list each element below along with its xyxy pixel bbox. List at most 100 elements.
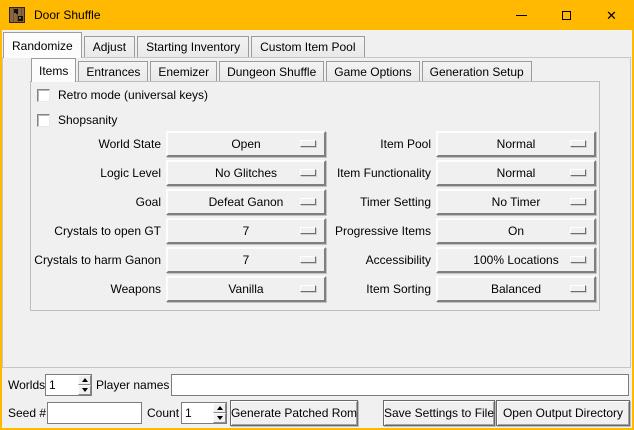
tab-label: Items <box>39 64 68 78</box>
tab-dungeon-shuffle[interactable]: Dungeon Shuffle <box>219 61 324 81</box>
dropdown-indicator-icon <box>300 227 316 234</box>
dropdown-value: Normal <box>497 137 536 151</box>
seed-label: Seed # <box>8 402 46 424</box>
count-spin-down-button[interactable] <box>213 413 226 423</box>
minimize-button[interactable] <box>499 0 544 30</box>
window-controls: ✕ <box>499 0 634 30</box>
dropdown-indicator-icon <box>300 198 316 205</box>
count-spinner[interactable] <box>181 402 227 424</box>
shopsanity-checkbox-row: Shopsanity <box>37 111 117 129</box>
crystals-open-gt-label: Crystals to open GT <box>33 218 161 244</box>
dropdown-value: 7 <box>243 224 250 238</box>
arrow-up-icon <box>217 406 223 410</box>
arrow-down-icon <box>82 388 88 392</box>
tab-label: Dungeon Shuffle <box>227 65 316 79</box>
retro-mode-checkbox-row: Retro mode (universal keys) <box>37 86 208 104</box>
minimize-icon <box>516 15 527 16</box>
worlds-spin-down-button[interactable] <box>78 385 91 395</box>
weapons-dropdown[interactable]: Vanilla <box>166 276 326 302</box>
arrow-down-icon <box>217 416 223 420</box>
tab-enemizer[interactable]: Enemizer <box>150 61 217 81</box>
worlds-value[interactable] <box>46 375 78 395</box>
tab-label: Generation Setup <box>430 65 524 79</box>
tab-label: Starting Inventory <box>146 40 240 54</box>
dropdown-indicator-icon <box>570 198 586 205</box>
generate-patched-rom-button[interactable]: Generate Patched Rom <box>230 400 358 426</box>
seed-input[interactable] <box>47 402 142 424</box>
goal-label: Goal <box>33 189 161 215</box>
worlds-spinner[interactable] <box>45 374 92 396</box>
item-functionality-dropdown[interactable]: Normal <box>436 160 596 186</box>
crystals-open-gt-dropdown[interactable]: 7 <box>166 218 326 244</box>
tab-label: Adjust <box>93 40 126 54</box>
tab-label: Game Options <box>334 65 411 79</box>
shopsanity-checkbox[interactable] <box>37 114 50 127</box>
retro-mode-checkbox[interactable] <box>37 89 50 102</box>
crystals-harm-ganon-label: Crystals to harm Ganon <box>33 247 161 273</box>
dropdown-value: Open <box>231 137 260 151</box>
tab-starting-inventory[interactable]: Starting Inventory <box>137 36 249 57</box>
randomize-sub-tab-bar: Items Entrances Enemizer Dungeon Shuffle… <box>31 59 534 81</box>
tab-label: Randomize <box>12 39 73 53</box>
worlds-spin-up-button[interactable] <box>78 375 91 385</box>
dropdown-value: 100% Locations <box>473 253 558 267</box>
tab-label: Entrances <box>86 65 140 79</box>
timer-setting-label: Timer Setting <box>331 189 431 215</box>
item-functionality-label: Item Functionality <box>331 160 431 186</box>
close-button[interactable]: ✕ <box>589 0 634 30</box>
worlds-spinner-buttons <box>78 375 91 395</box>
dropdown-indicator-icon <box>300 256 316 263</box>
tab-adjust[interactable]: Adjust <box>84 36 135 57</box>
tab-generation-setup[interactable]: Generation Setup <box>422 61 532 81</box>
main-tab-bar: Randomize Adjust Starting Inventory Cust… <box>3 33 367 57</box>
count-spin-up-button[interactable] <box>213 403 226 413</box>
timer-setting-dropdown[interactable]: No Timer <box>436 189 596 215</box>
items-tab-pane: Retro mode (universal keys) Shopsanity W… <box>30 81 600 311</box>
item-sorting-label: Item Sorting <box>331 276 431 302</box>
item-pool-dropdown[interactable]: Normal <box>436 131 596 157</box>
dropdown-indicator-icon <box>570 227 586 234</box>
crystals-harm-ganon-dropdown[interactable]: 7 <box>166 247 326 273</box>
window-content: Randomize Adjust Starting Inventory Cust… <box>2 30 632 428</box>
tab-label: Enemizer <box>158 65 209 79</box>
dropdown-value: Defeat Ganon <box>209 195 284 209</box>
dropdown-indicator-icon <box>300 169 316 176</box>
item-sorting-dropdown[interactable]: Balanced <box>436 276 596 302</box>
worlds-label: Worlds <box>8 374 45 396</box>
retro-mode-label: Retro mode (universal keys) <box>58 88 208 102</box>
dropdown-value: Normal <box>497 166 536 180</box>
tab-label: Custom Item Pool <box>260 40 355 54</box>
dropdown-value: 7 <box>243 253 250 267</box>
world-state-dropdown[interactable]: Open <box>166 131 326 157</box>
accessibility-dropdown[interactable]: 100% Locations <box>436 247 596 273</box>
door-icon <box>9 7 25 23</box>
player-names-label: Player names <box>96 374 169 396</box>
dropdown-indicator-icon <box>300 140 316 147</box>
count-value[interactable] <box>182 403 213 423</box>
close-icon: ✕ <box>606 9 617 22</box>
count-label: Count <box>147 402 179 424</box>
open-output-directory-button[interactable]: Open Output Directory <box>496 400 630 426</box>
tab-randomize[interactable]: Randomize <box>3 32 82 58</box>
titlebar: Door Shuffle ✕ <box>0 0 634 30</box>
progressive-items-label: Progressive Items <box>331 218 431 244</box>
maximize-icon <box>562 11 571 20</box>
world-state-label: World State <box>33 131 161 157</box>
logic-level-dropdown[interactable]: No Glitches <box>166 160 326 186</box>
maximize-button[interactable] <box>544 0 589 30</box>
item-pool-label: Item Pool <box>331 131 431 157</box>
dropdown-indicator-icon <box>570 169 586 176</box>
tab-game-options[interactable]: Game Options <box>326 61 419 81</box>
player-names-input[interactable] <box>171 374 629 396</box>
dropdown-value: Balanced <box>491 282 541 296</box>
dropdown-value: No Timer <box>492 195 541 209</box>
tab-custom-item-pool[interactable]: Custom Item Pool <box>251 36 364 57</box>
tab-entrances[interactable]: Entrances <box>78 61 148 81</box>
dropdown-value: Vanilla <box>228 282 263 296</box>
dropdown-indicator-icon <box>570 140 586 147</box>
count-spinner-buttons <box>213 403 226 423</box>
goal-dropdown[interactable]: Defeat Ganon <box>166 189 326 215</box>
progressive-items-dropdown[interactable]: On <box>436 218 596 244</box>
save-settings-button[interactable]: Save Settings to File <box>383 400 495 426</box>
tab-items[interactable]: Items <box>31 58 76 82</box>
